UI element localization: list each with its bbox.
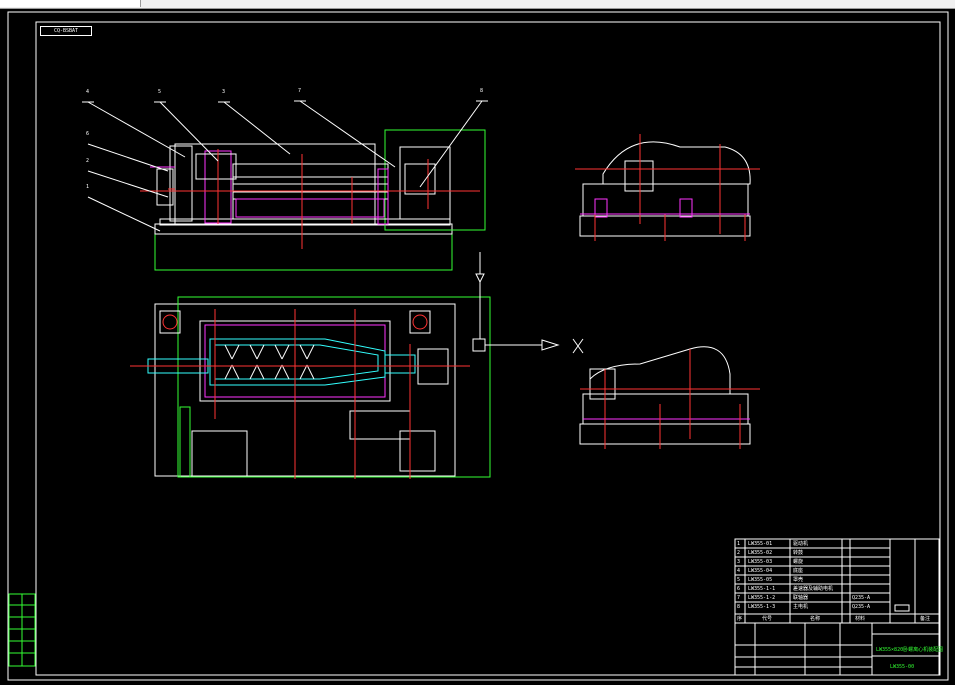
- callout-label: 6: [86, 131, 90, 137]
- bom-row-code: LW355-1-1: [748, 586, 776, 592]
- bom-row-no: 5: [737, 577, 741, 583]
- cad-drawing: [7, 11, 949, 681]
- header-name: 名称: [810, 616, 821, 622]
- document-tab[interactable]: [0, 0, 141, 7]
- bom-row-no: 4: [737, 568, 741, 574]
- bom-row-name: 联轴器: [793, 595, 809, 601]
- section-view: [579, 346, 760, 449]
- bom-row-name: 螺旋: [793, 559, 804, 565]
- callout-label: 8: [480, 88, 484, 94]
- header-seq: 序: [737, 616, 743, 622]
- side-view: [575, 134, 760, 241]
- bom-row-code: LW355-1-3: [748, 604, 776, 610]
- callout-label: 2: [86, 158, 90, 164]
- bom-row-code: LW355-03: [748, 559, 773, 565]
- drawing-number: LW355-00: [890, 664, 915, 670]
- bom-row-no: 3: [737, 559, 741, 565]
- bom-row-no: 2: [737, 550, 741, 556]
- bom-row-name: 转鼓: [793, 550, 804, 556]
- header-material: 材料: [855, 616, 866, 622]
- plan-view: [130, 282, 584, 479]
- bom-material: Q235-A: [852, 604, 871, 610]
- window-titlebar: [0, 0, 955, 9]
- bom-row-code: LW355-05: [748, 577, 773, 583]
- drawing-code-box: CQ-BSBAT: [40, 26, 92, 36]
- cad-canvas[interactable]: CQ-BSBAT 4 5 3 7 8 6 2 1 1 LW355-01 驱动机 …: [0, 9, 955, 685]
- outer-border: [7, 11, 949, 681]
- callout-label: 7: [298, 88, 302, 94]
- drawing-title: LW355×820卧螺离心机装配图: [876, 647, 944, 653]
- callout-label: 4: [86, 89, 90, 95]
- bom-row-no: 1: [737, 541, 741, 547]
- header-code: 代号: [762, 616, 773, 622]
- bom-row-no: 6: [737, 586, 741, 592]
- bom-row-code: LW355-02: [748, 550, 773, 556]
- header-note: 备注: [920, 616, 931, 622]
- inner-frame: [35, 21, 941, 676]
- bom-row-no: 7: [737, 595, 741, 601]
- bom-row-name: 主电机: [793, 604, 809, 610]
- front-view: [82, 100, 488, 284]
- bom-row-name: 罩壳: [793, 577, 804, 583]
- bom-row-name: 底座: [793, 568, 804, 574]
- bom-row-code: LW355-01: [748, 541, 773, 547]
- bom-row-no: 8: [737, 604, 741, 610]
- section-x-marker: X: [571, 340, 572, 346]
- left-strip: [8, 593, 36, 667]
- callout-label: 3: [222, 89, 226, 95]
- bom-row-code: LW355-1-2: [748, 595, 776, 601]
- bom-material: Q235-A: [852, 595, 871, 601]
- callout-label: 5: [158, 89, 162, 95]
- callout-label: 1: [86, 184, 90, 190]
- bom-row-code: LW355-04: [748, 568, 773, 574]
- bom-row-name: 驱动机: [793, 541, 809, 547]
- bom-row-name: 差速器及辅助电机: [793, 586, 834, 592]
